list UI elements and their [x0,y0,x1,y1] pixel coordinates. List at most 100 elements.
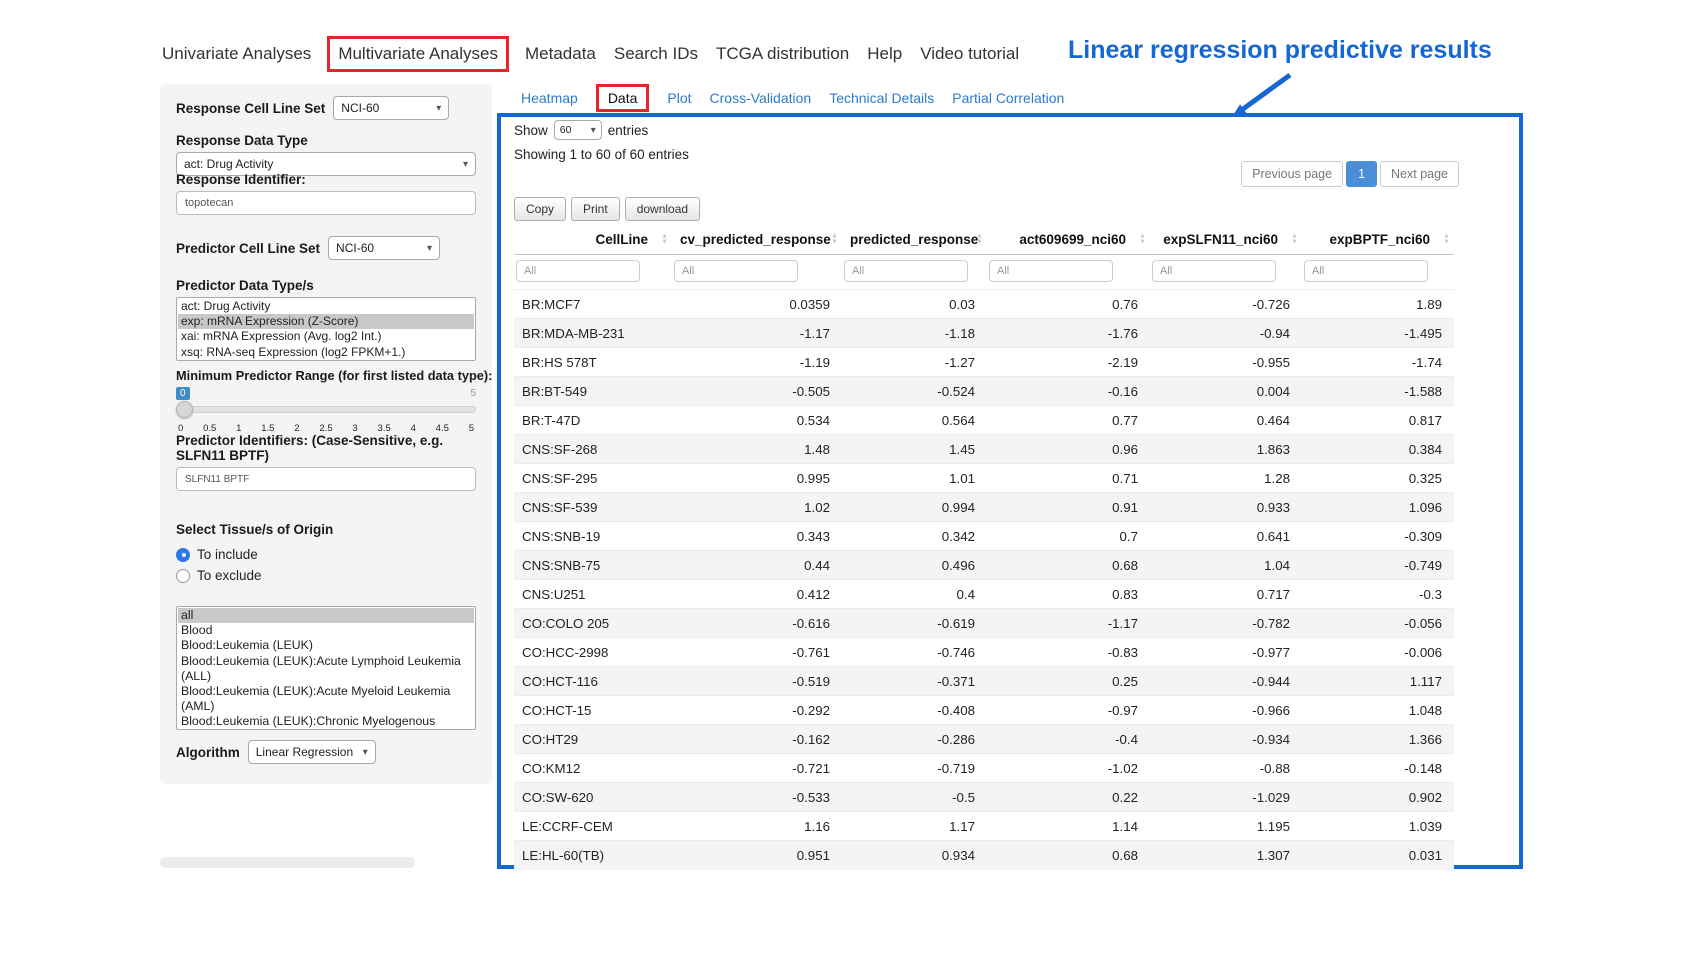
column-header[interactable]: predicted_response ▲▼ [842,225,987,255]
table-row[interactable]: CNS:SF-268 1.48 1.45 0.96 1.863 0.384 [514,435,1454,464]
value-cell: 0.902 [1302,783,1454,812]
column-header[interactable]: expSLFN11_nci60 ▲▼ [1150,225,1302,255]
table-row[interactable]: BR:HS 578T -1.19 -1.27 -2.19 -0.955 -1.7… [514,348,1454,377]
min-predictor-range-slider[interactable]: 0 5 0 0.5 1 1.5 2 [176,387,476,437]
table-row[interactable]: CNS:SNB-19 0.343 0.342 0.7 0.641 -0.309 [514,522,1454,551]
value-cell: -0.292 [672,696,842,725]
listbox-option[interactable]: Blood:Leukemia (LEUK):Acute Lymphoid Leu… [178,654,474,684]
table-row[interactable]: CNS:SF-539 1.02 0.994 0.91 0.933 1.096 [514,493,1454,522]
table-row[interactable]: BR:MCF7 0.0359 0.03 0.76 -0.726 1.89 [514,290,1454,319]
tissue-listbox[interactable]: all Blood Blood:Leukemia (LEUK) Blood:Le… [176,606,476,730]
nav-item[interactable]: Help [865,38,904,70]
tissue-radio[interactable]: To include [176,544,476,565]
column-filter-input[interactable] [1304,260,1428,282]
table-row[interactable]: LE:HL-60(TB) 0.951 0.934 0.68 1.307 0.03… [514,841,1454,870]
results-tab[interactable]: Cross-Validation [710,88,812,108]
cellline-cell: BR:HS 578T [514,348,672,377]
slider-track[interactable] [176,406,476,413]
table-row[interactable]: CO:HCT-15 -0.292 -0.408 -0.97 -0.966 1.0… [514,696,1454,725]
nav-item[interactable]: Univariate Analyses [160,38,313,70]
response-identifier-input[interactable] [176,191,476,215]
cellline-cell: CO:HCT-116 [514,667,672,696]
radio-icon[interactable] [176,548,190,562]
radio-icon[interactable] [176,569,190,583]
table-body: BR:MCF7 0.0359 0.03 0.76 -0.726 1.89 BR:… [514,290,1454,870]
value-cell: -0.782 [1150,609,1302,638]
column-filter-input[interactable] [516,260,640,282]
results-tab[interactable]: Partial Correlation [952,88,1064,108]
annotation-callout-text: Linear regression predictive results [1068,36,1492,65]
column-header[interactable]: expBPTF_nci60 ▲▼ [1302,225,1454,255]
export-button[interactable]: Copy [514,197,566,221]
table-row[interactable]: CO:HCC-2998 -0.761 -0.746 -0.83 -0.977 -… [514,638,1454,667]
sort-icon[interactable]: ▲▼ [1443,233,1450,246]
column-header[interactable]: cv_predicted_response ▲▼ [672,225,842,255]
tissue-radio[interactable]: To exclude [176,565,476,586]
value-cell: -0.966 [1150,696,1302,725]
listbox-option[interactable]: xsq: RNA-seq Expression (log2 FPKM+1.) [178,345,474,360]
table-row[interactable]: CO:HT29 -0.162 -0.286 -0.4 -0.934 1.366 [514,725,1454,754]
listbox-option[interactable]: Blood:Leukemia (LEUK):Acute Myeloid Leuk… [178,684,474,714]
predictor-identifiers-input[interactable] [176,467,476,491]
listbox-option[interactable]: act: Drug Activity [178,299,474,314]
table-row[interactable]: BR:MDA-MB-231 -1.17 -1.18 -1.76 -0.94 -1… [514,319,1454,348]
results-tab[interactable]: Heatmap [521,88,578,108]
results-tab[interactable]: Plot [667,88,691,108]
listbox-option[interactable]: Blood:Leukemia (LEUK):Chronic Myelogenou… [178,714,474,730]
nav-item[interactable]: Multivariate Analyses [327,36,509,72]
sort-icon[interactable]: ▲▼ [1291,233,1298,246]
response-cell-line-set-select[interactable]: NCI-60 ▾ [333,96,449,120]
value-cell: -0.3 [1302,580,1454,609]
results-tab[interactable]: Data [596,84,650,112]
tab-label: Cross-Validation [710,90,812,106]
value-cell: 1.366 [1302,725,1454,754]
predictor-cell-line-set-group: Predictor Cell Line Set NCI-60 ▾ [176,236,476,260]
column-header-label: expBPTF_nci60 [1329,232,1430,247]
table-row[interactable]: CNS:SF-295 0.995 1.01 0.71 1.28 0.325 [514,464,1454,493]
column-filter-input[interactable] [674,260,798,282]
table-row[interactable]: CNS:U251 0.412 0.4 0.83 0.717 -0.3 [514,580,1454,609]
table-row[interactable]: BR:BT-549 -0.505 -0.524 -0.16 0.004 -1.5… [514,377,1454,406]
listbox-option[interactable]: xai: mRNA Expression (Avg. log2 Int.) [178,329,474,344]
column-filter-input[interactable] [844,260,968,282]
next-page-button[interactable]: Next page [1380,161,1459,187]
predictor-cell-line-set-select[interactable]: NCI-60 ▾ [328,236,440,260]
sort-icon[interactable]: ▲▼ [831,233,838,246]
previous-page-button[interactable]: Previous page [1241,161,1343,187]
table-row[interactable]: CO:SW-620 -0.533 -0.5 0.22 -1.029 0.902 [514,783,1454,812]
sort-icon[interactable]: ▲▼ [976,233,983,246]
export-button[interactable]: Print [571,197,620,221]
table-row[interactable]: LE:CCRF-CEM 1.16 1.17 1.14 1.195 1.039 [514,812,1454,841]
results-tab[interactable]: Technical Details [829,88,934,108]
predictor-data-types-listbox[interactable]: act: Drug Activity exp: mRNA Expression … [176,297,476,361]
value-cell: 0.77 [987,406,1150,435]
listbox-option[interactable]: Blood [178,623,474,638]
column-header[interactable]: CellLine ▲▼ [514,225,672,255]
listbox-option[interactable]: all [178,608,474,623]
algorithm-select[interactable]: Linear Regression ▾ [248,740,376,764]
slider-handle[interactable] [176,401,193,418]
cellline-cell: CNS:SNB-19 [514,522,672,551]
listbox-option[interactable]: Blood:Leukemia (LEUK) [178,638,474,653]
cellline-cell: LE:HL-60(TB) [514,841,672,870]
table-row[interactable]: CO:KM12 -0.721 -0.719 -1.02 -0.88 -0.148 [514,754,1454,783]
export-button[interactable]: download [625,197,700,221]
table-row[interactable]: CO:COLO 205 -0.616 -0.619 -1.17 -0.782 -… [514,609,1454,638]
nav-item[interactable]: TCGA distribution [714,38,851,70]
table-row[interactable]: CO:HCT-116 -0.519 -0.371 0.25 -0.944 1.1… [514,667,1454,696]
nav-item[interactable]: Metadata [523,38,598,70]
table-header-row: CellLine ▲▼ cv_predicted_response ▲▼ [514,225,1454,255]
sort-icon[interactable]: ▲▼ [661,233,668,246]
column-filter-input[interactable] [989,260,1113,282]
column-filter-input[interactable] [1152,260,1276,282]
current-page-button[interactable]: 1 [1346,161,1377,187]
pagination: Previous page 1 Next page [1241,161,1459,187]
listbox-option[interactable]: exp: mRNA Expression (Z-Score) [178,314,474,329]
sort-icon[interactable]: ▲▼ [1139,233,1146,246]
nav-item[interactable]: Search IDs [612,38,700,70]
table-row[interactable]: BR:T-47D 0.534 0.564 0.77 0.464 0.817 [514,406,1454,435]
table-row[interactable]: CNS:SNB-75 0.44 0.496 0.68 1.04 -0.749 [514,551,1454,580]
nav-item[interactable]: Video tutorial [918,38,1021,70]
page-length-select[interactable]: 60 ▾ [554,120,602,140]
column-header[interactable]: act609699_nci60 ▲▼ [987,225,1150,255]
